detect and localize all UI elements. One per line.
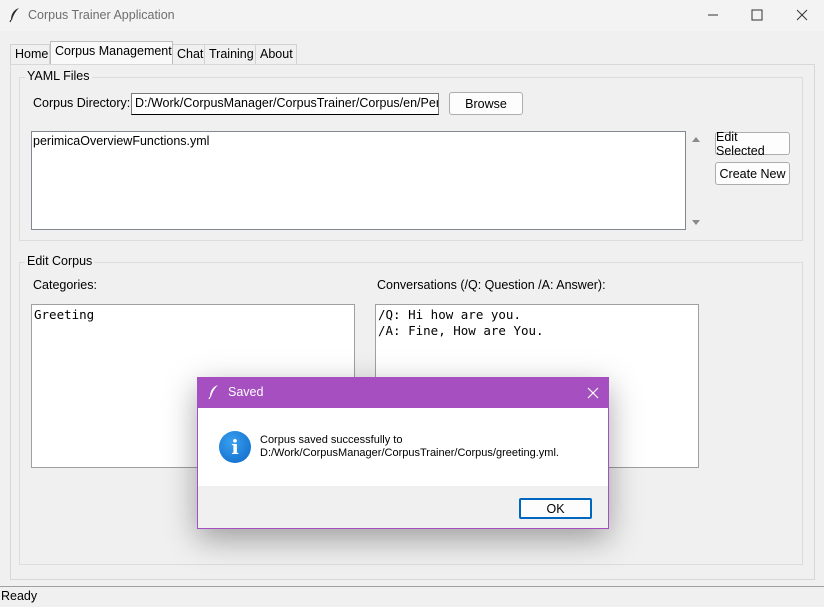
- tab-about[interactable]: About: [255, 44, 297, 64]
- scrollbar[interactable]: [689, 132, 703, 230]
- corpus-directory-label: Corpus Directory:: [33, 96, 131, 110]
- corpus-directory-input[interactable]: D:/Work/CorpusManager/CorpusTrainer/Corp…: [131, 93, 439, 115]
- maximize-icon[interactable]: [747, 6, 767, 24]
- ok-button[interactable]: OK: [519, 498, 592, 519]
- dialog-message-line2: D:/Work/CorpusManager/CorpusTrainer/Corp…: [260, 447, 559, 459]
- conversations-label: Conversations (/Q: Question /A: Answer):: [377, 278, 606, 292]
- create-new-button[interactable]: Create New: [715, 162, 790, 185]
- dialog-title: Saved: [228, 385, 264, 399]
- dialog-message-line1: Corpus saved successfully to: [260, 434, 403, 446]
- close-icon[interactable]: [586, 386, 600, 400]
- edit-corpus-label: Edit Corpus: [25, 254, 95, 268]
- info-icon: i: [219, 431, 251, 463]
- edit-selected-button[interactable]: Edit Selected: [715, 130, 790, 158]
- yaml-files-label: YAML Files: [25, 69, 92, 83]
- close-icon[interactable]: [792, 6, 812, 24]
- tab-home[interactable]: Home: [10, 44, 50, 64]
- yaml-file-list[interactable]: perimicaOverviewFunctions.yml: [31, 131, 686, 230]
- tab-chat[interactable]: Chat: [172, 44, 205, 64]
- dialog-message: Corpus saved successfully to D:/Work/Cor…: [260, 434, 559, 460]
- list-item[interactable]: perimicaOverviewFunctions.yml: [33, 134, 684, 148]
- categories-label: Categories:: [33, 278, 97, 292]
- feather-icon: [208, 385, 218, 400]
- status-text: Ready: [1, 589, 38, 603]
- scroll-up-icon: [692, 137, 700, 142]
- browse-button[interactable]: Browse: [449, 92, 523, 115]
- window-title: Corpus Trainer Application: [28, 8, 175, 22]
- tab-corpus-management[interactable]: Corpus Management: [50, 41, 173, 64]
- minimize-icon[interactable]: [703, 6, 723, 24]
- scroll-down-icon: [692, 220, 700, 225]
- tab-training[interactable]: Training: [204, 44, 256, 64]
- feather-icon: [9, 8, 19, 23]
- status-bar: [0, 586, 824, 607]
